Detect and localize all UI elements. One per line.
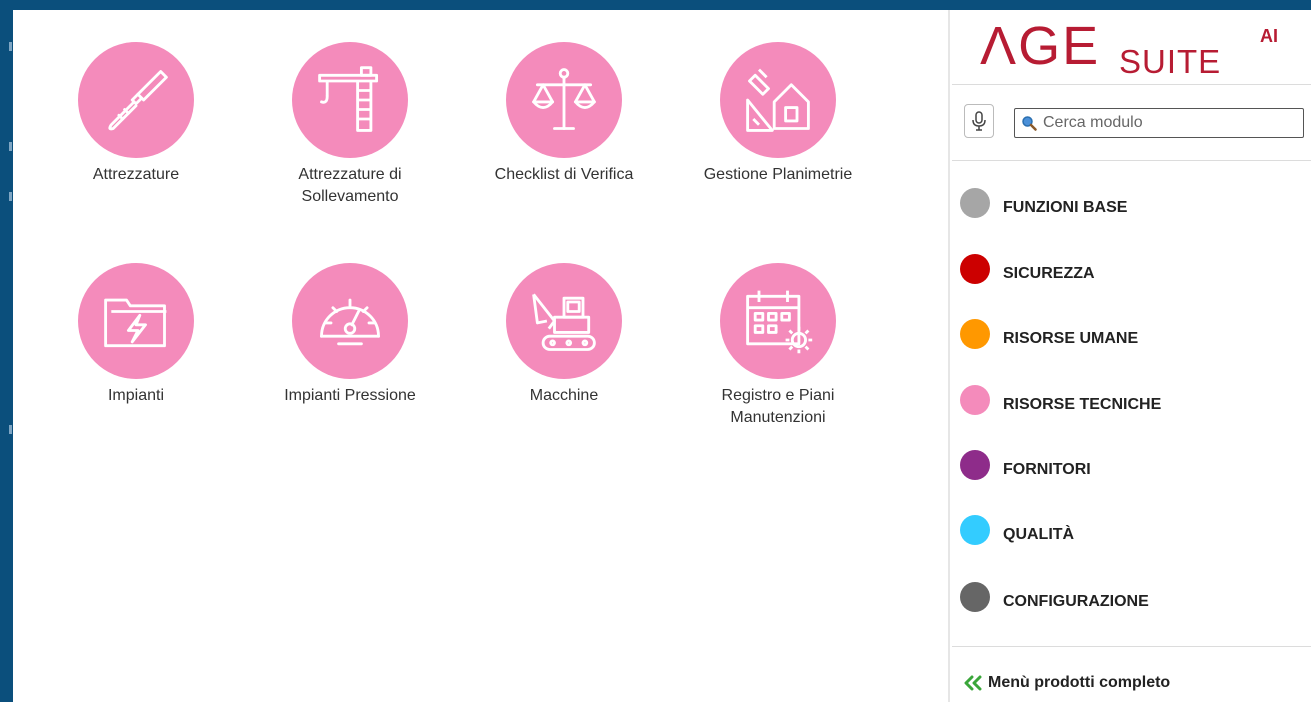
window-frame-top xyxy=(0,0,1311,10)
category-color-dot xyxy=(960,582,990,612)
logo-suite-text: SUITE xyxy=(1119,43,1222,80)
frame-marker xyxy=(9,42,12,51)
crane-icon xyxy=(318,66,379,132)
divider xyxy=(952,84,1311,85)
module-circle[interactable] xyxy=(720,263,836,379)
category-risorse-tecniche[interactable]: RISORSE TECNICHE xyxy=(960,385,1161,415)
module-label: Registro e Piani Manutenzioni xyxy=(721,387,835,426)
module-tile-macchine[interactable]: Macchine xyxy=(459,263,669,407)
electrical-folder-icon xyxy=(104,298,167,348)
module-circle[interactable] xyxy=(292,263,408,379)
category-label: QUALITÀ xyxy=(1003,526,1075,543)
module-circle[interactable] xyxy=(292,42,408,158)
module-tile-impianti[interactable]: Impianti xyxy=(31,263,241,407)
module-tile-checklist-verifica[interactable]: Checklist di Verifica xyxy=(459,42,669,186)
modules-panel: Attrezzature Attrezzature di Sollevament… xyxy=(13,10,948,702)
logo-wordmark: ΛGE xyxy=(980,16,1101,76)
screwdriver-icon xyxy=(108,70,168,131)
category-risorse-umane[interactable]: RISORSE UMANE xyxy=(960,319,1138,349)
double-chevron-left-icon xyxy=(964,675,982,691)
module-circle[interactable] xyxy=(78,42,194,158)
module-tile-impianti-pressione[interactable]: Impianti Pressione xyxy=(245,263,455,407)
category-label: FORNITORI xyxy=(1003,461,1091,478)
balance-scale-icon xyxy=(532,68,596,130)
module-tile-attrezzature-sollevamento[interactable]: Attrezzature di Sollevamento xyxy=(245,42,455,208)
calendar-gear-icon xyxy=(746,290,813,354)
module-label: Impianti xyxy=(107,387,165,404)
module-label: Impianti Pressione xyxy=(284,387,416,404)
category-configurazione[interactable]: CONFIGURAZIONE xyxy=(960,582,1149,612)
module-tile-gestione-planimetrie[interactable]: Gestione Planimetrie xyxy=(673,42,883,186)
module-circle[interactable] xyxy=(506,263,622,379)
category-color-dot xyxy=(960,319,990,349)
excavator-icon xyxy=(532,293,596,351)
category-label: RISORSE TECNICHE xyxy=(1003,396,1162,413)
module-label: Gestione Planimetrie xyxy=(703,166,853,183)
divider xyxy=(952,646,1311,647)
floor-plan-house-icon xyxy=(746,68,810,132)
logo-ai-badge: AI xyxy=(1260,26,1278,46)
frame-marker xyxy=(9,425,12,434)
module-label: Attrezzature di Sollevamento xyxy=(298,166,402,205)
frame-marker xyxy=(9,142,12,151)
full-product-menu-link[interactable]: Menù prodotti completo xyxy=(964,674,1170,692)
category-sicurezza[interactable]: SICUREZZA xyxy=(960,254,1095,284)
category-label: SICUREZZA xyxy=(1003,265,1095,282)
category-fornitori[interactable]: FORNITORI xyxy=(960,450,1091,480)
category-label: CONFIGURAZIONE xyxy=(1003,593,1149,610)
module-circle[interactable] xyxy=(720,42,836,158)
voice-search-button[interactable] xyxy=(964,104,994,138)
pressure-gauge-icon xyxy=(320,298,380,346)
category-color-dot xyxy=(960,450,990,480)
module-tile-attrezzature[interactable]: Attrezzature xyxy=(31,42,241,186)
search-icon xyxy=(1022,116,1037,131)
category-color-dot xyxy=(960,515,990,545)
full-menu-label: Menù prodotti completo xyxy=(988,674,1171,691)
module-label: Checklist di Verifica xyxy=(494,166,634,183)
category-label: FUNZIONI BASE xyxy=(1003,199,1128,216)
module-search-box[interactable] xyxy=(1014,108,1304,138)
window-frame-left xyxy=(0,0,13,702)
category-color-dot xyxy=(960,188,990,218)
divider xyxy=(952,160,1311,161)
module-circle[interactable] xyxy=(506,42,622,158)
frame-marker xyxy=(9,192,12,201)
category-color-dot xyxy=(960,385,990,415)
microphone-icon xyxy=(972,111,986,131)
category-label: RISORSE UMANE xyxy=(1003,330,1139,347)
module-label: Macchine xyxy=(529,387,599,404)
search-input[interactable] xyxy=(1043,114,1283,132)
category-qualita[interactable]: QUALITÀ xyxy=(960,515,1074,545)
module-circle[interactable] xyxy=(78,263,194,379)
module-tile-registro-manutenzioni[interactable]: Registro e Piani Manutenzioni xyxy=(673,263,883,429)
age-suite-logo: ΛGE SUITE AI xyxy=(980,12,1311,82)
category-sidebar: ΛGE SUITE AI FUNZIONI BASE SICUREZZA RIS… xyxy=(948,10,1311,702)
category-color-dot xyxy=(960,254,990,284)
module-label: Attrezzature xyxy=(92,166,180,183)
category-funzioni-base[interactable]: FUNZIONI BASE xyxy=(960,188,1127,218)
